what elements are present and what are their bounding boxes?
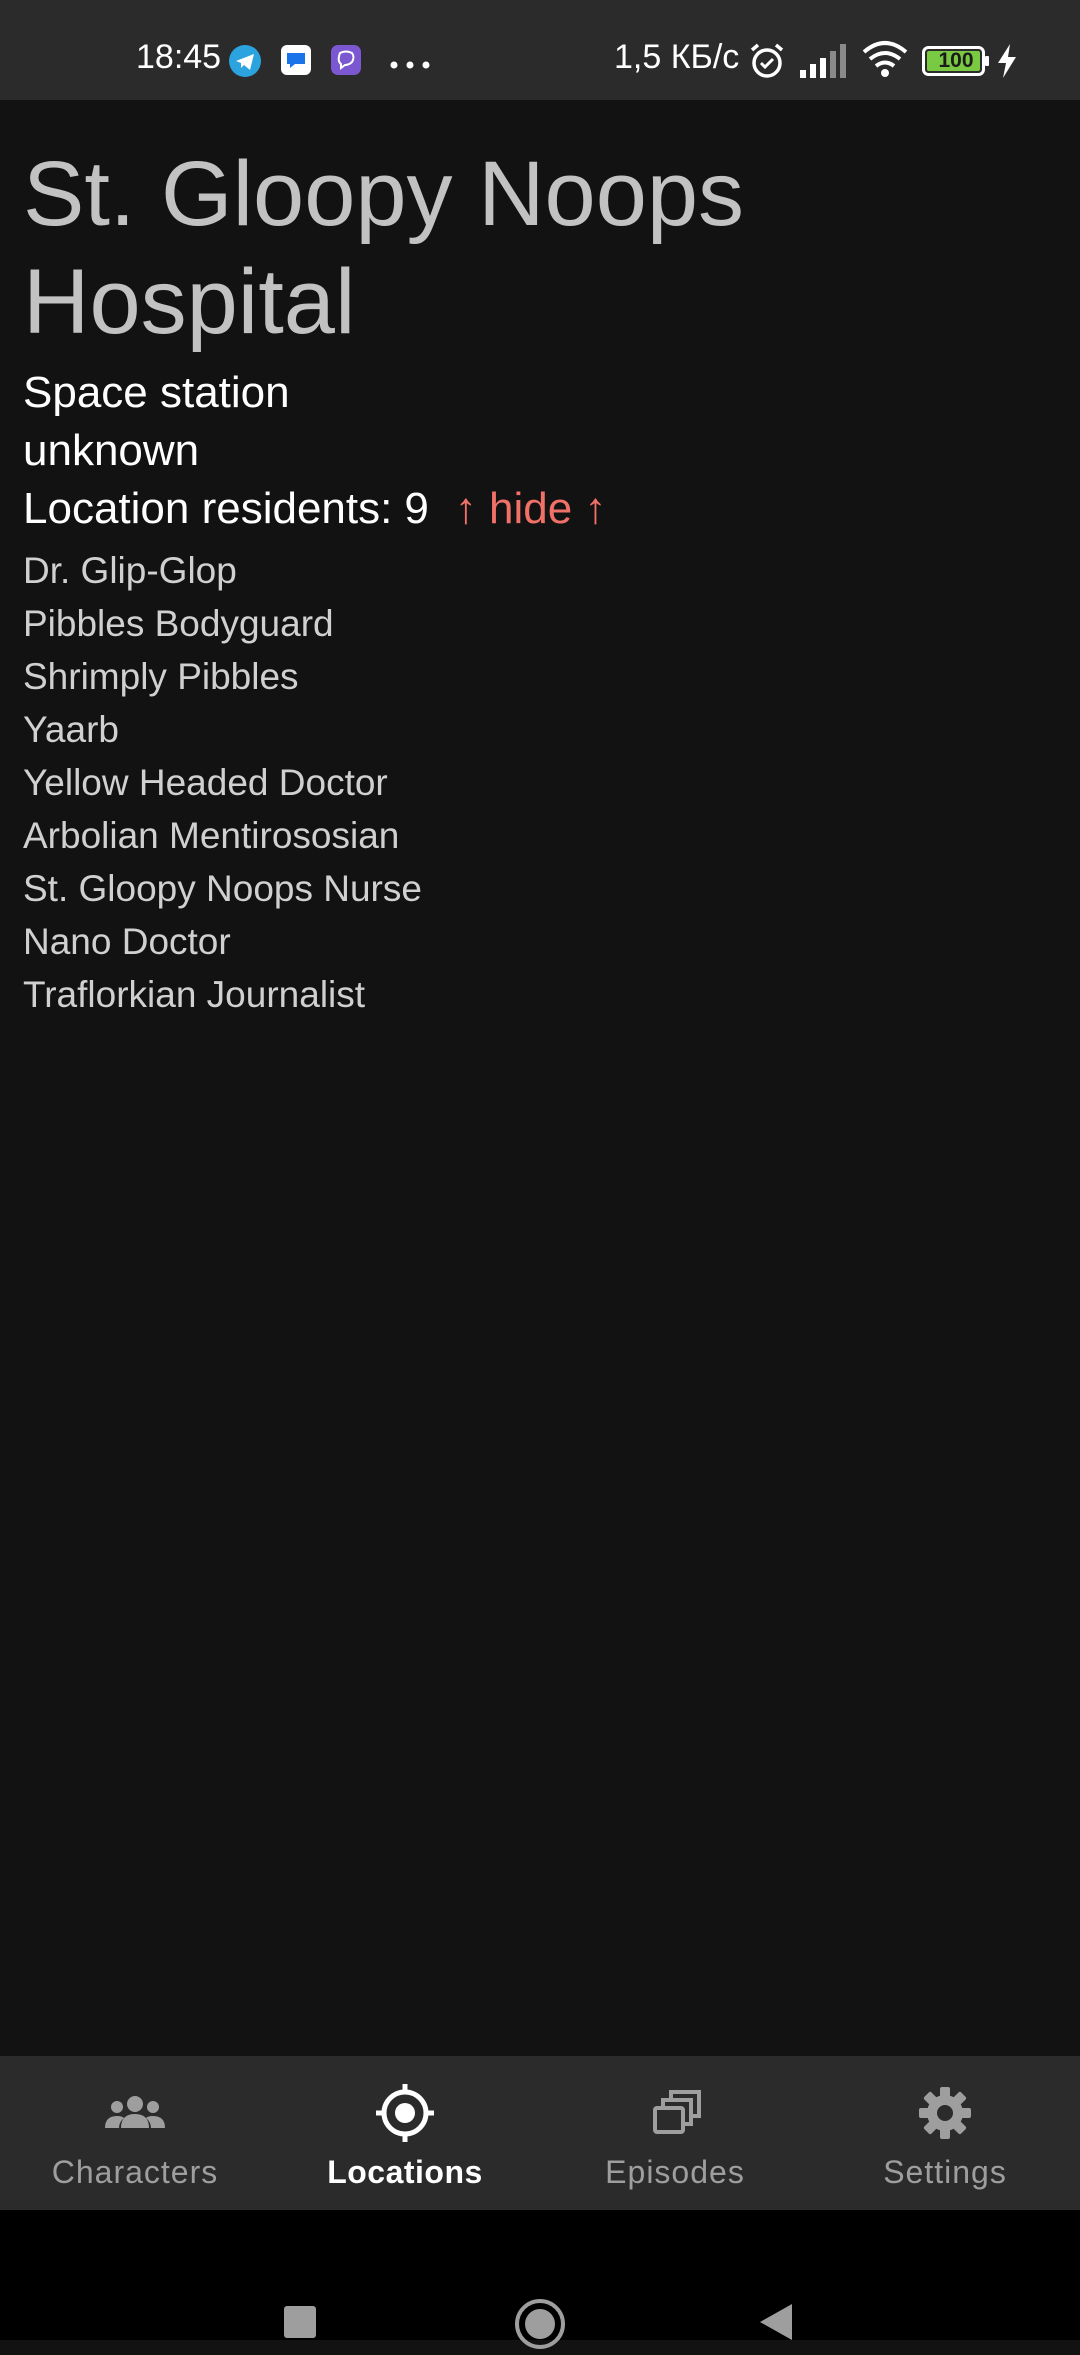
telegram-icon xyxy=(228,44,262,83)
residents-list: Dr. Glip-Glop Pibbles Bodyguard Shrimply… xyxy=(23,544,1053,1021)
resident-item[interactable]: Nano Doctor xyxy=(23,915,1053,968)
network-speed: 1,5 КБ/с xyxy=(614,38,740,76)
residents-label: Location residents: xyxy=(23,484,393,533)
nav-characters-label: Characters xyxy=(51,2154,219,2190)
location-dimension: unknown xyxy=(23,426,200,475)
library-icon xyxy=(643,2084,707,2142)
resident-item[interactable]: Traflorkian Journalist xyxy=(23,968,1053,1021)
charging-icon xyxy=(996,44,1018,83)
location-type: Space station xyxy=(23,368,290,417)
messages-icon xyxy=(280,44,312,81)
viber-icon xyxy=(330,44,362,81)
more-dots-icon xyxy=(390,56,430,74)
nav-characters[interactable]: Characters xyxy=(0,2056,270,2210)
resident-item[interactable]: Pibbles Bodyguard xyxy=(23,597,1053,650)
people-icon xyxy=(103,2084,167,2142)
resident-item[interactable]: St. Gloopy Noops Nurse xyxy=(23,862,1053,915)
status-bar: 18:45 1,5 КБ/с 100 xyxy=(0,0,1080,100)
nav-settings[interactable]: Settings xyxy=(810,2056,1080,2210)
resident-item[interactable]: Dr. Glip-Glop xyxy=(23,544,1053,597)
recents-square-icon[interactable] xyxy=(282,2304,318,2345)
resident-item[interactable]: Shrimply Pibbles xyxy=(23,650,1053,703)
status-time: 18:45 xyxy=(136,38,222,76)
resident-item[interactable]: Yaarb xyxy=(23,703,1053,756)
nav-locations[interactable]: Locations xyxy=(270,2056,540,2210)
location-name: St. Gloopy Noops Hospital xyxy=(23,143,745,353)
resident-item[interactable]: Arbolian Mentirososian xyxy=(23,809,1053,862)
bottom-navigation: Characters Locations Episodes Settings xyxy=(0,2056,1080,2210)
home-circle-icon[interactable] xyxy=(514,2298,566,2355)
signal-icon xyxy=(800,44,850,83)
nav-locations-label: Locations xyxy=(327,2154,483,2190)
nav-settings-label: Settings xyxy=(883,2154,1007,2190)
hide-residents-button[interactable]: ↑ hide ↑ xyxy=(455,480,607,538)
nav-episodes[interactable]: Episodes xyxy=(540,2056,810,2210)
residents-count: 9 xyxy=(404,484,429,533)
system-navigation-bar xyxy=(0,2210,1080,2349)
nav-episodes-label: Episodes xyxy=(605,2154,745,2190)
location-target-icon xyxy=(373,2084,437,2142)
battery-level: 100 xyxy=(938,49,974,72)
residents-header: Location residents: 9 ↑ hide ↑ xyxy=(23,480,1053,538)
resident-item[interactable]: Yellow Headed Doctor xyxy=(23,756,1053,809)
gear-icon xyxy=(913,2084,977,2142)
location-detail: St. Gloopy Noops Hospital Space station … xyxy=(23,140,1053,1021)
back-triangle-icon[interactable] xyxy=(758,2302,794,2347)
wifi-icon xyxy=(862,40,908,83)
alarm-icon xyxy=(748,42,786,85)
